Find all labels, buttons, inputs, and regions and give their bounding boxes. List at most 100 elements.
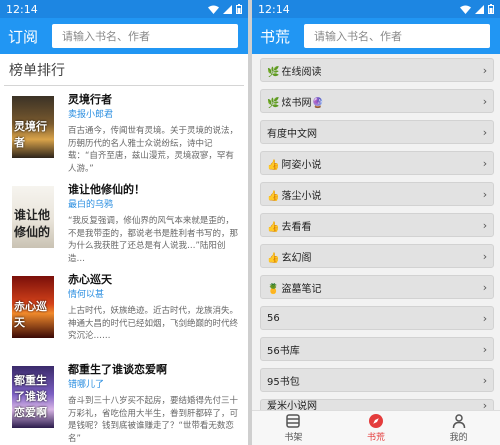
source-name: 玄幻阁 xyxy=(281,252,312,264)
book-cover: 赤心巡天 xyxy=(12,276,54,338)
book-description: 上古时代，妖族绝迹。近古时代，龙族消失。神通大昌的时代已经如烟，飞剑绝巅的时代终… xyxy=(68,306,239,341)
source-label: 有度中文网 xyxy=(267,125,477,140)
chevron-right-icon: › xyxy=(482,94,488,108)
battery-icon xyxy=(488,4,494,14)
book-title: 都重生了谁谈恋爱啊 xyxy=(68,363,167,376)
source-name: 56书库 xyxy=(267,345,300,357)
source-item[interactable]: 👍 阿姿小说 › xyxy=(260,151,494,175)
source-label: 56 xyxy=(267,313,477,324)
app-bar: 书荒 请输入书名、作者 xyxy=(252,18,500,54)
status-time: 12:14 xyxy=(258,2,290,16)
book-author: 情何以甚 xyxy=(68,290,105,300)
page-title: 书荒 xyxy=(260,27,291,46)
chevron-right-icon: › xyxy=(482,342,488,356)
battery-icon xyxy=(236,4,242,14)
nav-profile[interactable]: 我的 xyxy=(417,411,500,445)
book-item[interactable]: 灵境行者 灵境行者 卖报小郎君 百古通今，传闻世有灵境。关于灵境的说法，历朝历代… xyxy=(0,86,248,176)
person-icon xyxy=(452,414,465,429)
nav-bookshelf[interactable]: 书架 xyxy=(252,411,335,445)
subscription-screen: 12:14 订阅 请输入书名、作者 榜单排行 灵境行者 灵境行者 卖报小郎君 百… xyxy=(0,0,248,445)
book-description: “我反复强调，修仙界的风气本来就是歪的，不是我带歪的，都说老书是胜利者书写的，那… xyxy=(68,216,239,264)
wifi-icon xyxy=(460,5,471,14)
source-item[interactable]: 有度中文网 › xyxy=(260,120,494,144)
status-bar: 12:14 xyxy=(252,0,500,18)
book-title: 灵境行者 xyxy=(68,93,112,106)
source-item[interactable]: 56 › xyxy=(260,306,494,330)
source-item[interactable]: 95书包 › xyxy=(260,368,494,392)
search-input[interactable]: 请输入书名、作者 xyxy=(52,24,238,48)
source-label: 👍 玄幻阁 xyxy=(267,249,477,264)
wifi-icon xyxy=(208,5,219,14)
source-suffix: 🔮 xyxy=(311,97,324,109)
status-bar: 12:14 xyxy=(0,0,248,18)
source-label: 👍 去看看 xyxy=(267,218,477,233)
source-emoji: 👍 xyxy=(267,252,280,264)
chevron-right-icon: › xyxy=(482,63,488,77)
book-cover: 都重生了谁谈恋爱啊 xyxy=(12,366,54,428)
source-emoji: 🍍 xyxy=(267,283,280,295)
source-name: 56 xyxy=(267,312,280,324)
chevron-right-icon: › xyxy=(482,249,488,263)
chevron-right-icon: › xyxy=(482,187,488,201)
chevron-right-icon: › xyxy=(482,311,488,325)
book-cover: 灵境行者 xyxy=(12,96,54,158)
source-emoji: 👍 xyxy=(267,159,280,171)
section-title: 榜单排行 xyxy=(4,54,244,86)
source-label: 56书库 xyxy=(267,342,477,357)
nav-label: 书荒 xyxy=(367,433,386,443)
nav-label: 书架 xyxy=(284,433,303,443)
nav-discover[interactable]: 书荒 xyxy=(335,411,418,445)
chevron-right-icon: › xyxy=(482,280,488,294)
search-placeholder: 请输入书名、作者 xyxy=(314,30,402,43)
source-item[interactable]: 👍 去看看 › xyxy=(260,213,494,237)
source-name: 95书包 xyxy=(267,376,300,388)
source-name: 阿姿小说 xyxy=(281,159,322,171)
source-emoji: 🌿 xyxy=(267,66,280,78)
bookshelf-icon xyxy=(286,414,301,428)
book-item[interactable]: 谁让他修仙的 谁让他修仙的！ 最白的乌鸦 “我反复强调，修仙界的风气本来就是歪的… xyxy=(0,176,248,266)
discover-screen: 12:14 书荒 请输入书名、作者 🌿 在线阅读 › 🌿 炫书网🔮 › 有度中文网 › 👍 阿姿小… xyxy=(252,0,500,445)
search-placeholder: 请输入书名、作者 xyxy=(62,30,150,43)
book-title: 赤心巡天 xyxy=(68,273,112,286)
book-description: 百古通今，传闻世有灵境。关于灵境的说法，历朝历代的名人雅士众说纷纭，诗中记载：“… xyxy=(68,126,239,174)
signal-icon xyxy=(223,4,232,14)
source-label: 95书包 xyxy=(267,373,477,388)
source-list: 🌿 在线阅读 › 🌿 炫书网🔮 › 有度中文网 › 👍 阿姿小说 › 👍 落尘小说 › 👍 去看看 › 👍 玄幻阁 ›… xyxy=(252,54,500,413)
source-item[interactable]: 👍 玄幻阁 › xyxy=(260,244,494,268)
source-name: 落尘小说 xyxy=(281,190,322,202)
source-name: 在线阅读 xyxy=(281,66,322,78)
chevron-right-icon: › xyxy=(482,156,488,170)
source-label: 🌿 在线阅读 xyxy=(267,63,477,78)
search-input[interactable]: 请输入书名、作者 xyxy=(304,24,490,48)
book-description: 奋斗到三十八岁买不起房，要结婚得先付三十万彩礼，省吃俭用大半生，眷到肝都碎了，可… xyxy=(68,396,239,444)
compass-icon xyxy=(369,414,383,428)
bottom-nav: 书架 书荒 我的 xyxy=(252,410,500,445)
book-item[interactable]: 赤心巡天 赤心巡天 情何以甚 上古时代，妖族绝迹。近古时代，龙族消失。神通大昌的… xyxy=(0,266,248,356)
source-name: 去看看 xyxy=(281,221,312,233)
source-emoji: 👍 xyxy=(267,221,280,233)
source-label: 👍 落尘小说 xyxy=(267,187,477,202)
book-author: 错哪儿了 xyxy=(68,380,105,390)
status-time: 12:14 xyxy=(6,2,38,16)
source-name: 有度中文网 xyxy=(267,128,317,140)
signal-icon xyxy=(475,4,484,14)
source-label: 🍍 盗墓笔记 xyxy=(267,280,477,295)
source-item[interactable]: 🌿 炫书网🔮 › xyxy=(260,89,494,113)
book-title: 谁让他修仙的！ xyxy=(68,183,145,196)
app-bar: 订阅 请输入书名、作者 xyxy=(0,18,248,54)
nav-label: 我的 xyxy=(449,433,468,443)
chevron-right-icon: › xyxy=(482,125,488,139)
source-emoji: 🌿 xyxy=(267,97,280,109)
source-item[interactable]: 56书库 › xyxy=(260,337,494,361)
book-cover: 谁让他修仙的 xyxy=(12,186,54,248)
book-author: 卖报小郎君 xyxy=(68,110,114,120)
chevron-right-icon: › xyxy=(482,373,488,387)
source-emoji: 👍 xyxy=(267,190,280,202)
source-item[interactable]: 👍 落尘小说 › xyxy=(260,182,494,206)
chevron-right-icon: › xyxy=(482,218,488,232)
book-item[interactable]: 都重生了谁谈恋爱啊 都重生了谁谈恋爱啊 错哪儿了 奋斗到三十八岁买不起房，要结婚… xyxy=(0,356,248,445)
source-item[interactable]: 🍍 盗墓笔记 › xyxy=(260,275,494,299)
source-label: 🌿 炫书网🔮 xyxy=(267,94,477,109)
page-title: 订阅 xyxy=(8,27,39,46)
source-item[interactable]: 🌿 在线阅读 › xyxy=(260,58,494,82)
